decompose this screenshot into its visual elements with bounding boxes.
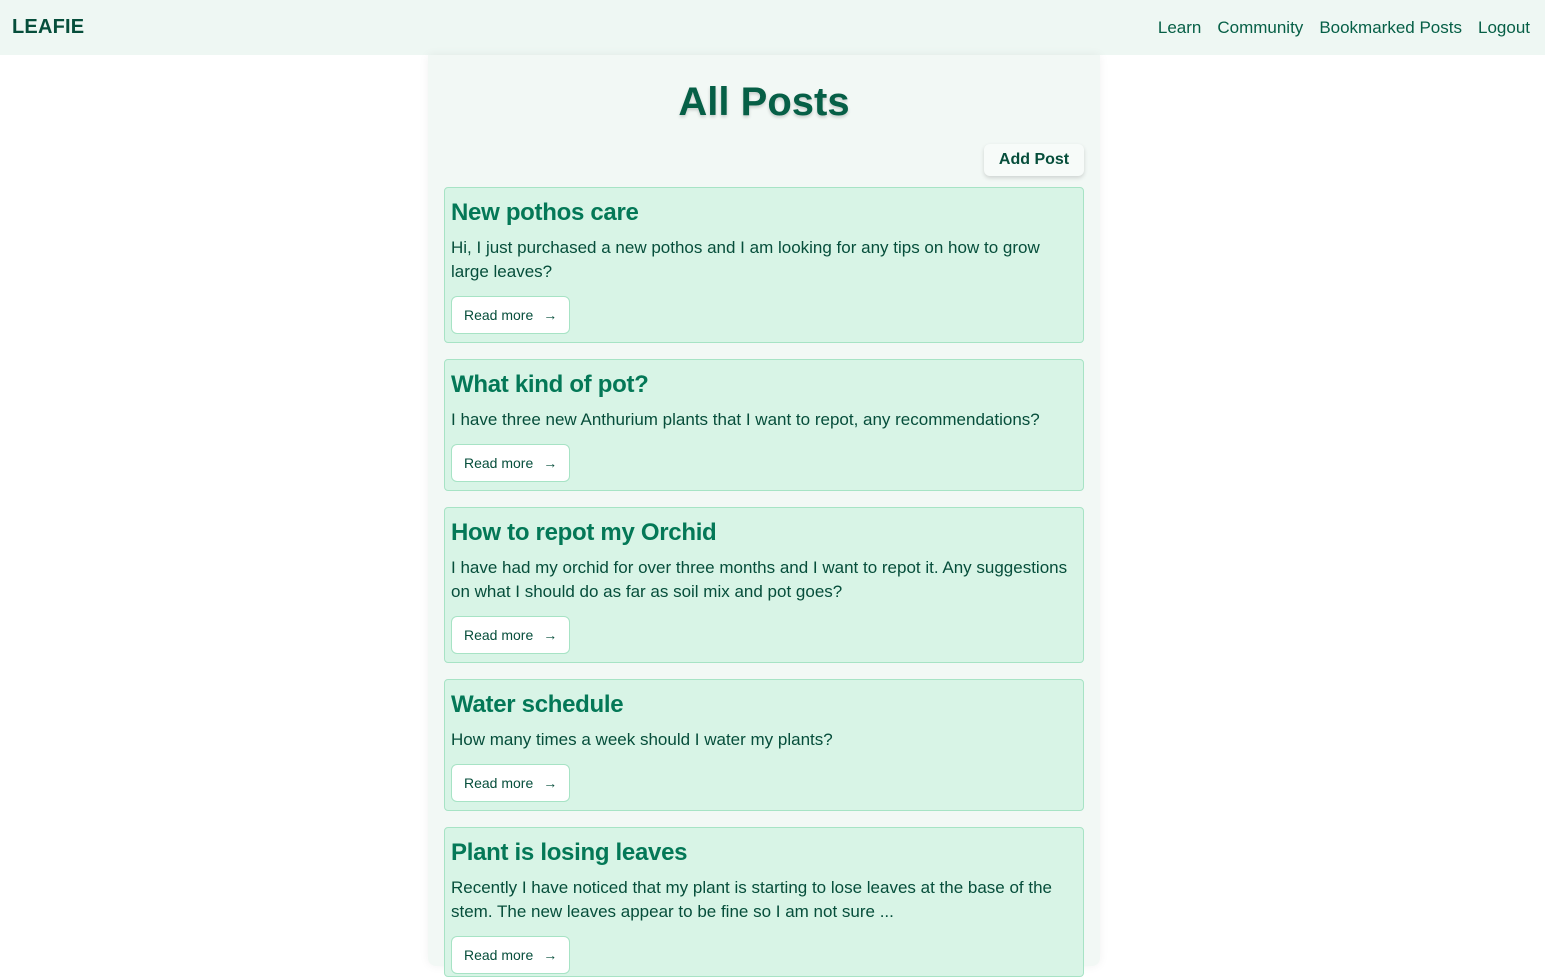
post-card: Water schedule How many times a week sho… — [444, 679, 1084, 811]
nav-link-bookmarked-posts[interactable]: Bookmarked Posts — [1319, 18, 1462, 38]
read-more-button[interactable]: Read more → — [451, 444, 571, 482]
arrow-right-icon: → — [543, 627, 558, 643]
nav-link-learn[interactable]: Learn — [1158, 18, 1201, 38]
post-title: New pothos care — [451, 199, 639, 226]
post-title: How to repot my Orchid — [451, 519, 717, 546]
read-more-button[interactable]: Read more → — [451, 764, 571, 802]
page-title: All Posts — [678, 80, 850, 124]
read-more-label: Read more — [464, 947, 534, 963]
post-card: Plant is losing leaves Recently I have n… — [444, 827, 1084, 977]
read-more-button[interactable]: Read more → — [451, 936, 571, 974]
read-more-label: Read more — [464, 307, 534, 323]
posts-panel: All Posts Add Post New pothos care Hi, I… — [428, 55, 1100, 977]
post-card: How to repot my Orchid I have had my orc… — [444, 507, 1084, 663]
arrow-right-icon: → — [543, 947, 558, 963]
read-more-button[interactable]: Read more → — [451, 616, 571, 654]
arrow-right-icon: → — [543, 775, 558, 791]
read-more-label: Read more — [464, 455, 534, 471]
post-card: New pothos care Hi, I just purchased a n… — [444, 187, 1084, 343]
nav-links: Learn Community Bookmarked Posts Logout — [1158, 18, 1530, 38]
post-body: I have three new Anthurium plants that I… — [451, 410, 1040, 429]
post-title: What kind of pot? — [451, 371, 649, 398]
post-body: Hi, I just purchased a new pothos and I … — [451, 238, 1040, 281]
brand-logo[interactable]: LEAFIE — [12, 16, 84, 39]
post-title: Plant is losing leaves — [451, 839, 688, 866]
nav-link-logout[interactable]: Logout — [1478, 18, 1530, 38]
add-post-button[interactable]: Add Post — [984, 144, 1084, 176]
post-title: Water schedule — [451, 691, 624, 718]
read-more-button[interactable]: Read more → — [451, 296, 571, 334]
post-body: Recently I have noticed that my plant is… — [451, 878, 1053, 921]
post-card: What kind of pot? I have three new Anthu… — [444, 359, 1084, 491]
read-more-label: Read more — [464, 627, 534, 643]
read-more-label: Read more — [464, 775, 534, 791]
top-navbar: LEAFIE Learn Community Bookmarked Posts … — [0, 0, 1545, 55]
nav-link-community[interactable]: Community — [1217, 18, 1303, 38]
post-body: I have had my orchid for over three mont… — [451, 558, 1068, 601]
post-body: How many times a week should I water my … — [451, 730, 833, 749]
arrow-right-icon: → — [543, 307, 558, 323]
arrow-right-icon: → — [543, 455, 558, 471]
